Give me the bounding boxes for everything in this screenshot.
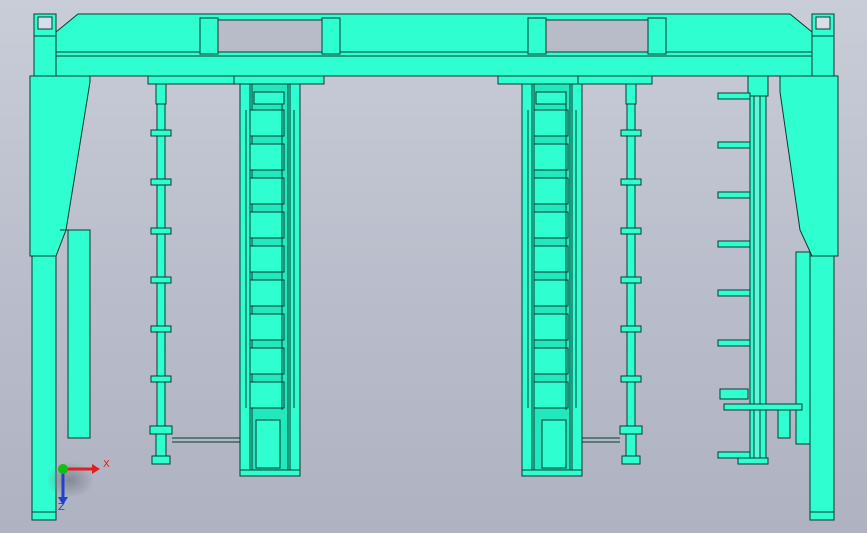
left-support-column[interactable] [29, 75, 91, 521]
top-gantry-beam[interactable] [55, 13, 813, 77]
z-axis-label: Z [58, 502, 65, 513]
right-lead-screw[interactable] [574, 83, 643, 465]
cad-viewport[interactable]: X Z [0, 0, 867, 533]
x-axis-label: X [103, 459, 110, 470]
left-lift-carriage[interactable] [239, 83, 301, 477]
right-mounting-plate [497, 75, 653, 85]
left-lead-screw[interactable] [149, 83, 240, 465]
left-mounting-plate [147, 75, 325, 85]
corner-bracket-right [811, 13, 835, 77]
corner-bracket-left [33, 13, 57, 77]
right-support-column[interactable] [779, 75, 839, 521]
y-axis-dot [58, 464, 68, 474]
right-lift-carriage[interactable] [521, 83, 583, 477]
machine-frame-model[interactable] [0, 0, 867, 533]
x-axis-head [92, 464, 100, 474]
shelf-arms [717, 92, 751, 459]
